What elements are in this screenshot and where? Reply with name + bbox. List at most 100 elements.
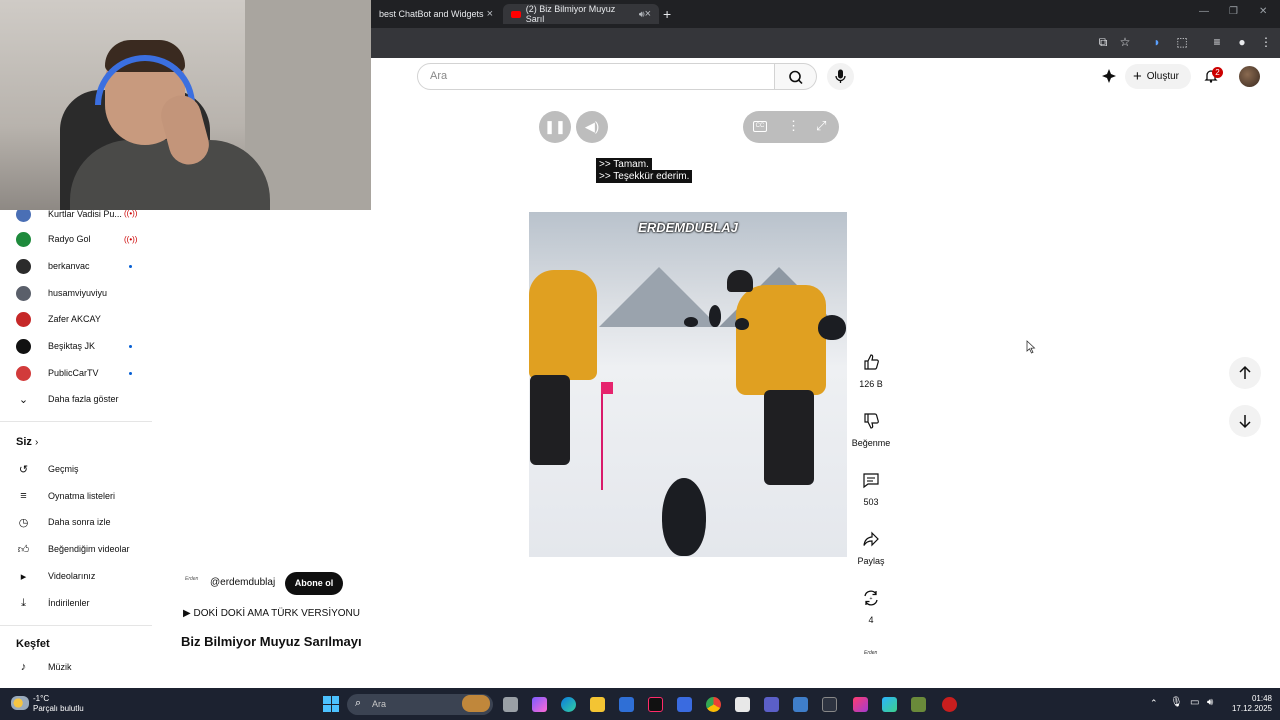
recorder-icon[interactable]: [942, 697, 957, 712]
subscribe-button[interactable]: Abone ol: [285, 572, 343, 595]
plus-icon: +: [1133, 68, 1142, 85]
microphone-icon: [835, 69, 846, 83]
browser-tab[interactable]: best ChatBot and Widgets ×: [371, 4, 501, 24]
store-icon[interactable]: [619, 697, 634, 712]
sidebar-subscription-item[interactable]: berkanvac: [16, 258, 90, 274]
copilot-icon[interactable]: [532, 697, 547, 712]
tab-close-icon[interactable]: ×: [645, 8, 651, 20]
show-more-label: Daha fazla göster: [48, 394, 119, 404]
maximize-icon[interactable]: ❐: [1229, 6, 1238, 17]
clock[interactable]: 01:48 17.12.2025: [1228, 694, 1272, 714]
voice-search-button[interactable]: [827, 63, 854, 90]
channel-logo[interactable]: Erden: [185, 576, 201, 590]
clock-date: 17.12.2025: [1231, 704, 1272, 713]
sidebar-item-downloads[interactable]: ⤓ İndirilenler: [16, 596, 90, 610]
arrow-up-icon: [1239, 365, 1251, 379]
comments-button[interactable]: 503: [850, 471, 892, 507]
app-icon[interactable]: [882, 697, 897, 712]
remix-button[interactable]: + 4: [850, 589, 892, 625]
account-avatar[interactable]: [1239, 66, 1260, 87]
create-button[interactable]: + Oluştur: [1125, 64, 1191, 89]
mute-button[interactable]: ◀): [576, 111, 608, 143]
sidebar-item-liked-videos[interactable]: 👍︎ Beğendiğim videolar: [16, 542, 130, 556]
chatgpt-icon[interactable]: [822, 697, 837, 712]
like-button[interactable]: 126 B: [850, 353, 892, 389]
next-short-button[interactable]: [1229, 405, 1261, 437]
task-view-icon[interactable]: [503, 697, 518, 712]
sidebar-subscription-item[interactable]: Beşiktaş JK: [16, 338, 95, 354]
sound-channel-logo[interactable]: Erden: [864, 650, 877, 656]
comment-icon: [863, 473, 879, 489]
share-label: Paylaş: [857, 556, 885, 566]
sidebar-item-music[interactable]: ♪ Müzik: [16, 660, 72, 674]
bookmark-star-icon[interactable]: ☆: [1118, 35, 1132, 49]
volume-tray-icon[interactable]: 🔊︎: [1207, 697, 1213, 708]
sidebar-item-history[interactable]: ↺ Geçmiş: [16, 462, 79, 476]
close-window-icon[interactable]: ✕: [1259, 6, 1267, 17]
dislike-button[interactable]: Beğenme: [850, 412, 892, 448]
sidebar-subscription-item[interactable]: Zafer AKCAY: [16, 311, 101, 327]
channel-avatar: [16, 338, 31, 354]
sidebar-item-label: İndirilenler: [48, 598, 90, 608]
live-icon: ((•)): [124, 209, 138, 218]
sidebar-item-watch-later[interactable]: ◷ Daha sonra izle: [16, 515, 111, 529]
channel-avatar: [16, 285, 31, 301]
more-options-icon[interactable]: ⋮: [787, 118, 800, 134]
new-tab-icon[interactable]: +: [663, 6, 671, 22]
tiktok-icon[interactable]: [648, 697, 663, 712]
new-content-dot: [129, 372, 132, 375]
pause-button[interactable]: ❚❚: [539, 111, 571, 143]
share-button[interactable]: Paylaş: [850, 530, 892, 566]
app-icon[interactable]: [793, 697, 808, 712]
microphone-tray-icon[interactable]: 🎙︎: [1170, 697, 1183, 708]
you-section-header[interactable]: Siz ›: [16, 436, 38, 448]
menu-dots-icon[interactable]: ⋮: [1259, 35, 1273, 49]
search-button[interactable]: [775, 63, 817, 90]
minecraft-icon[interactable]: [911, 697, 926, 712]
edge-icon[interactable]: [561, 697, 576, 712]
penguin: [735, 318, 749, 330]
notepad-icon[interactable]: [735, 697, 750, 712]
profile-icon[interactable]: ●: [1235, 35, 1249, 49]
network-icon[interactable]: ▭: [1190, 697, 1199, 708]
sidebar-item-your-videos[interactable]: ▸ Videolarınız: [16, 569, 96, 583]
person-legs: [764, 390, 814, 485]
show-more-button[interactable]: ⌄ Daha fazla göster: [16, 392, 119, 406]
chrome-icon[interactable]: [706, 697, 721, 712]
extension-icon[interactable]: ◗: [1150, 35, 1164, 49]
install-app-icon[interactable]: ⧉: [1096, 35, 1110, 49]
flag: [601, 382, 613, 394]
file-explorer-icon[interactable]: [590, 697, 605, 712]
video-watermark: ERDEMDUBLAJ: [638, 220, 738, 235]
browser-tab-active[interactable]: (2) Biz Bilmiyor Muyuz Sarıl 🔊︎ ×: [503, 4, 659, 24]
new-content-dot: [129, 345, 132, 348]
channel-handle[interactable]: @erdemdublaj: [210, 577, 275, 588]
sidebar-subscription-item[interactable]: Radyo Gol: [16, 231, 91, 247]
windows-start-icon[interactable]: [323, 696, 339, 712]
thumb-up-icon: [864, 354, 879, 370]
ai-spark-icon[interactable]: [1101, 68, 1117, 84]
extensions-puzzle-icon[interactable]: ⬚: [1175, 35, 1189, 49]
instagram-icon[interactable]: [853, 697, 868, 712]
tray-chevron-up-icon[interactable]: ⌃: [1150, 698, 1158, 709]
sidebar-item-playlists[interactable]: ≡ Oynatma listeleri: [16, 489, 115, 503]
taskbar: [0, 688, 1280, 720]
channel-avatar: [16, 258, 31, 274]
divider: [0, 421, 152, 422]
captions-icon[interactable]: CC: [753, 121, 767, 132]
tab-close-icon[interactable]: ×: [487, 8, 493, 20]
media-controls-icon[interactable]: ≡: [1210, 35, 1224, 49]
sidebar-item-label: Daha sonra izle: [48, 517, 111, 527]
mail-icon[interactable]: [677, 697, 692, 712]
teams-icon[interactable]: [764, 697, 779, 712]
weather-widget[interactable]: -1°C Parçalı bulutlu: [33, 694, 84, 714]
sidebar-subscription-item[interactable]: husamviyuviyu: [16, 285, 107, 301]
fullscreen-icon[interactable]: ⤢: [816, 118, 826, 134]
share-icon: [863, 531, 879, 547]
sidebar-subscription-item[interactable]: PublicCarTV: [16, 365, 99, 381]
minimize-icon[interactable]: —: [1199, 6, 1209, 17]
previous-short-button[interactable]: [1229, 357, 1261, 389]
history-icon: ↺: [18, 463, 29, 476]
search-input[interactable]: Ara: [417, 63, 775, 90]
music-track[interactable]: ▶ DOKİ DOKİ AMA TÜRK VERSİYONU: [183, 608, 360, 619]
